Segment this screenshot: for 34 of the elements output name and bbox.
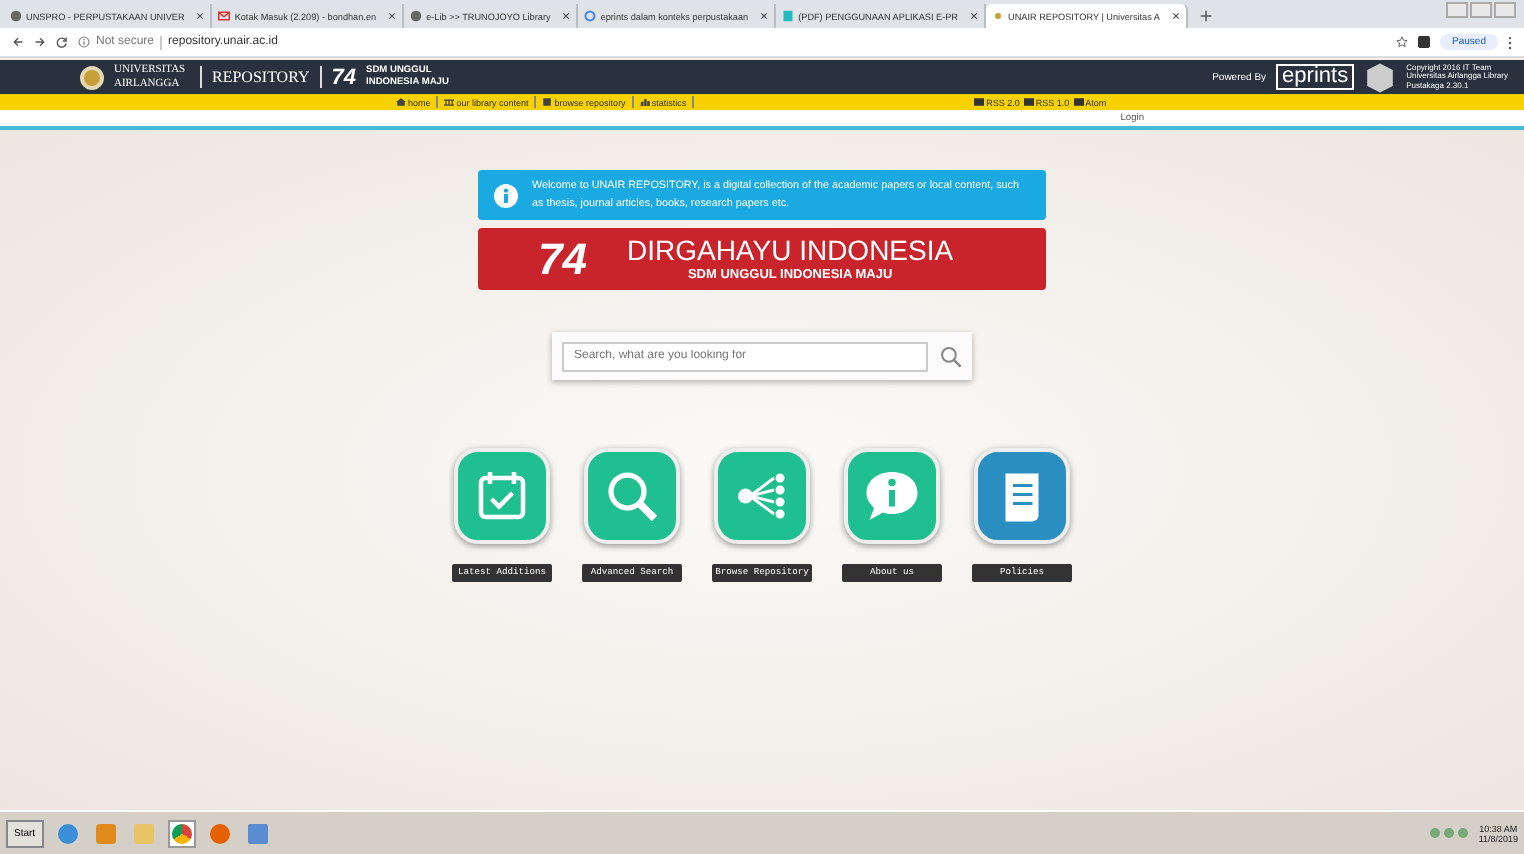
- close-icon[interactable]: [196, 12, 205, 20]
- banner-title: DIRGAHAYU INDONESIA: [626, 236, 954, 264]
- reload-icon[interactable]: [56, 36, 68, 48]
- scroll-icon[interactable]: [974, 448, 1070, 544]
- building-icon: [444, 98, 455, 106]
- search-icon: [584, 10, 597, 22]
- home-icon: [396, 98, 406, 106]
- info-icon: [494, 183, 518, 207]
- document-icon: [782, 10, 795, 22]
- branching-arrows-icon[interactable]: [714, 448, 810, 544]
- square-icon: [542, 98, 553, 106]
- close-icon[interactable]: [760, 12, 769, 20]
- info-icon: [78, 36, 90, 48]
- site-title: REPOSITORY: [212, 68, 310, 86]
- new-tab-icon[interactable]: [1200, 10, 1212, 22]
- close-icon[interactable]: [388, 12, 397, 20]
- dot-icon: [992, 10, 1004, 22]
- university-seal-icon: [80, 65, 104, 89]
- bar-chart-icon: [639, 98, 650, 106]
- eprints-logo: eprints: [1276, 64, 1355, 90]
- back-icon[interactable]: [12, 36, 24, 48]
- info-bubble-icon[interactable]: [844, 448, 940, 544]
- magnifier-icon[interactable]: [584, 448, 680, 544]
- forward-icon[interactable]: [34, 36, 46, 48]
- close-icon[interactable]: [1172, 12, 1180, 20]
- star-icon[interactable]: [1396, 36, 1409, 48]
- close-icon[interactable]: [562, 12, 571, 20]
- mail-icon: [218, 10, 231, 22]
- search-icon[interactable]: [940, 345, 962, 367]
- calendar-check-icon[interactable]: [454, 448, 550, 544]
- logo-mark: 74: [331, 65, 357, 89]
- close-icon[interactable]: [970, 12, 978, 20]
- banner-logo-mark: 74: [538, 233, 587, 285]
- extension-icon[interactable]: [1418, 36, 1431, 48]
